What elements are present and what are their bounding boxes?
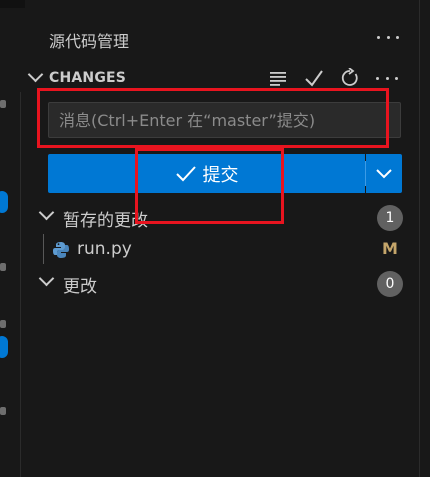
- file-status-badge: M: [382, 239, 398, 258]
- commit-button-label: 提交: [202, 164, 239, 186]
- activity-bar-edge: [0, 0, 25, 8]
- chevron-down-icon: [376, 169, 392, 179]
- activity-badge[interactable]: [0, 191, 8, 213]
- activity-indicator: [0, 320, 6, 328]
- changes-section-label: CHANGES: [49, 70, 127, 86]
- chevron-down-icon[interactable]: [38, 204, 55, 221]
- count-badge: 0: [377, 271, 403, 297]
- group-label: 暂存的更改: [63, 211, 148, 231]
- source-control-sidebar: 源代码管理 CHANGES 提交 暂存的更改: [25, 0, 420, 477]
- activity-indicator: [0, 100, 6, 108]
- activity-badge[interactable]: [0, 336, 8, 358]
- file-name: run.py: [77, 239, 132, 259]
- count-badge: 1: [377, 205, 403, 231]
- chevron-down-icon[interactable]: [38, 270, 55, 287]
- check-icon[interactable]: [304, 68, 324, 88]
- python-icon: [53, 242, 69, 258]
- activity-bar: [0, 0, 25, 477]
- check-icon: [175, 165, 196, 181]
- chevron-down-icon[interactable]: [27, 66, 44, 83]
- activity-bar-divider: [20, 92, 21, 477]
- commit-message-input[interactable]: [48, 102, 401, 138]
- staged-changes-group[interactable]: 暂存的更改 1: [25, 202, 420, 232]
- list-icon[interactable]: [268, 68, 288, 88]
- refresh-icon[interactable]: [340, 68, 360, 88]
- window-edge: [419, 0, 430, 477]
- commit-options-dropdown[interactable]: [366, 154, 402, 193]
- group-label: 更改: [63, 277, 97, 297]
- commit-button[interactable]: 提交: [48, 154, 365, 193]
- more-icon[interactable]: [377, 28, 399, 46]
- file-item[interactable]: run.py M: [25, 235, 420, 265]
- view-title: 源代码管理: [49, 32, 130, 51]
- changes-section-header[interactable]: CHANGES: [25, 66, 420, 90]
- more-icon[interactable]: [376, 69, 398, 87]
- activity-indicator: [0, 407, 6, 415]
- activity-indicator: [0, 263, 6, 271]
- changes-group[interactable]: 更改 0: [25, 268, 420, 298]
